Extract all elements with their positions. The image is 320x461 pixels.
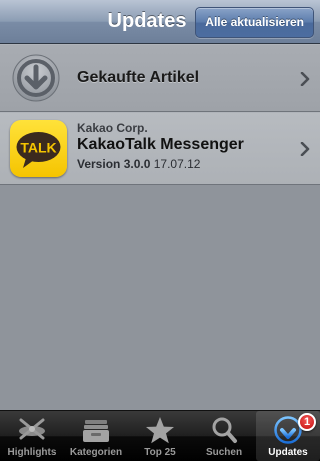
categories-icon [83, 420, 109, 442]
app-update-row[interactable]: TALK Kakao Corp. KakaoTalk Messenger Ver… [0, 112, 320, 185]
tab-label: Kategorien [69, 447, 123, 458]
kakaotalk-app-icon: TALK [10, 120, 67, 177]
tab-top-25[interactable]: Top 25 [128, 411, 192, 461]
search-icon [212, 417, 237, 443]
app-icon-text: TALK [20, 140, 56, 156]
app-date: 17.07.12 [153, 157, 201, 171]
highlights-icon [19, 418, 45, 440]
app-version: Version 3.0.0 [77, 157, 151, 171]
update-all-button[interactable]: Alle aktualisieren [195, 7, 314, 38]
app-developer: Kakao Corp. [77, 121, 148, 135]
tab-highlights[interactable]: Highlights [0, 411, 64, 461]
star-icon [146, 417, 174, 444]
purchased-download-icon [12, 54, 60, 102]
app-name: KakaoTalk Messenger [77, 136, 244, 153]
navigation-bar: Updates Alle aktualisieren [0, 0, 320, 44]
purchased-items-row[interactable]: Gekaufte Artikel [0, 44, 320, 112]
updates-badge: 1 [298, 413, 316, 431]
tab-categories[interactable]: Kategorien [64, 411, 128, 461]
talk-bubble-icon: TALK [16, 132, 61, 168]
purchased-items-label: Gekaufte Artikel [77, 69, 200, 86]
chevron-right-icon [300, 142, 310, 156]
tab-label: Updates [268, 447, 308, 458]
tab-label: Top 25 [144, 447, 176, 458]
tab-updates[interactable]: 1 Updates [256, 411, 320, 461]
tab-label: Highlights [7, 447, 57, 458]
chevron-right-icon [300, 72, 310, 86]
tab-search[interactable]: Suchen [192, 411, 256, 461]
app-version-line: Version 3.0.0 17.07.12 [77, 157, 200, 171]
updates-list: Gekaufte Artikel TALK Kakao Corp. KakaoT… [0, 44, 320, 410]
tab-bar: Highlights Kategorien Top 25 Suchen 1 Up… [0, 410, 320, 461]
page-title: Updates [107, 10, 187, 32]
tab-label: Suchen [205, 447, 243, 458]
